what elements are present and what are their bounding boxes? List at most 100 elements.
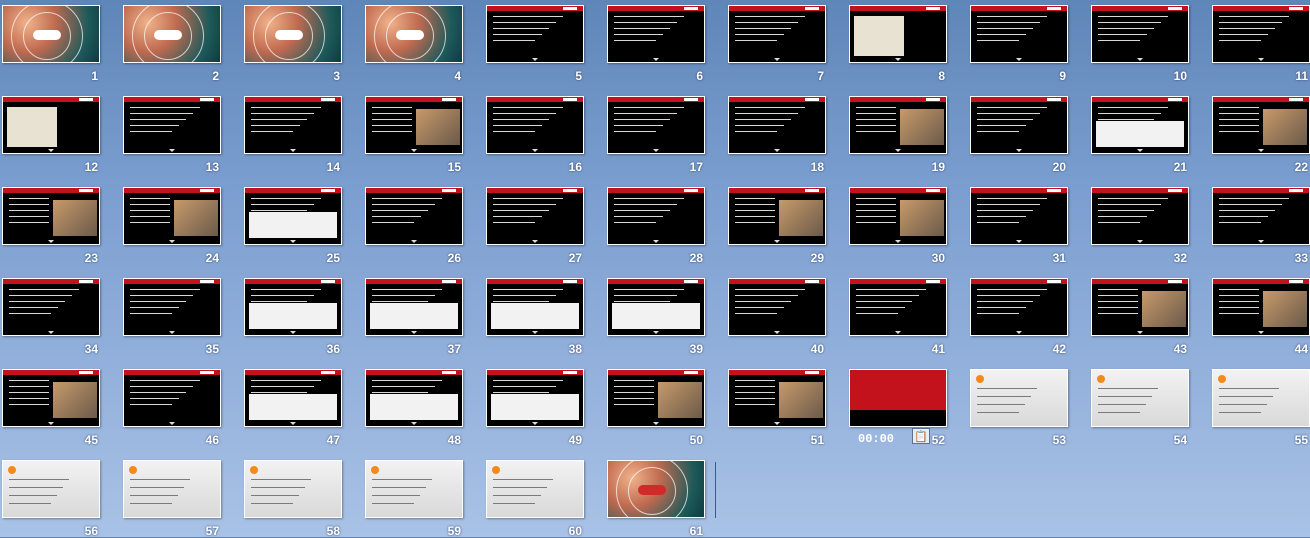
slide-thumbnail[interactable] [244,187,342,245]
slide-thumbnail[interactable] [123,278,221,336]
slide-header-bar [971,6,1067,11]
slide-thumbnail[interactable] [365,5,463,63]
slide-thumbnail[interactable] [1091,5,1189,63]
slide-thumbnail[interactable] [849,96,947,154]
text-line [1219,388,1279,389]
text-line [493,113,556,114]
text-line [614,386,654,387]
nav-arrow-icon [532,240,538,243]
slide-thumbnail[interactable] [970,187,1068,245]
text-line [1098,28,1154,29]
slide-thumbnail[interactable] [2,187,100,245]
slide-thumbnail[interactable] [1091,96,1189,154]
slide-number: 10 [1173,69,1187,83]
slide-thumbnail[interactable] [486,187,584,245]
slide-thumbnail[interactable] [1091,187,1189,245]
slide-thumbnail[interactable] [1212,187,1310,245]
text-line [735,307,784,308]
slide-thumbnail[interactable] [365,278,463,336]
slide-thumbnail[interactable] [486,5,584,63]
text-line [1098,113,1161,114]
header-logo [79,189,93,192]
slide-thumbnail[interactable] [244,278,342,336]
title-badge [154,30,182,40]
slide-thumbnail[interactable] [486,278,584,336]
slide-thumbnail[interactable] [123,5,221,63]
slide-thumbnail[interactable] [1091,369,1189,427]
text-line [1219,107,1259,108]
slide-thumbnail[interactable] [486,369,584,427]
text-line [977,16,1047,17]
slide-thumbnail[interactable] [849,369,947,427]
slide-thumbnail[interactable] [2,460,100,518]
slide-thumbnail[interactable] [123,187,221,245]
slide-thumbnail[interactable] [849,278,947,336]
slide-thumbnail[interactable] [728,187,826,245]
text-line [977,113,1040,114]
slide-thumbnail[interactable] [607,460,705,518]
slide-thumbnail[interactable] [728,278,826,336]
slide-thumbnail[interactable] [1212,278,1310,336]
slide-thumbnail[interactable] [365,369,463,427]
slide-thumbnail[interactable] [2,278,100,336]
text-line [493,204,556,205]
text-line [9,404,49,405]
slide-header-bar [124,188,220,193]
slide-thumbnail[interactable] [607,278,705,336]
slide-thumbnail[interactable] [244,5,342,63]
slide-thumbnail[interactable] [244,369,342,427]
photo-thumbnail [53,382,97,418]
slide-thumbnail[interactable] [123,369,221,427]
slide-thumbnail[interactable] [365,96,463,154]
text-line [614,216,663,217]
slide-thumbnail[interactable] [970,5,1068,63]
slide-thumbnail[interactable] [2,369,100,427]
text-line [614,131,656,132]
slide-thumbnail[interactable] [244,96,342,154]
text-line [1219,16,1289,17]
slide-thumbnail[interactable] [728,5,826,63]
text-line [1219,301,1259,302]
slide-thumbnail[interactable] [244,460,342,518]
slide-number: 30 [931,251,945,265]
slide-thumbnail[interactable] [1212,369,1310,427]
text-line [856,216,896,217]
slide-thumbnail[interactable] [486,460,584,518]
slide-thumbnail[interactable] [123,96,221,154]
slide-thumbnail[interactable] [1212,96,1310,154]
slide-number: 9 [1059,69,1066,83]
slide-thumbnail[interactable] [849,187,947,245]
photo-thumbnail [779,200,823,236]
slide-thumbnail[interactable] [123,460,221,518]
slide-thumbnail[interactable] [849,5,947,63]
slide-thumbnail[interactable] [1212,5,1310,63]
slide-thumbnail[interactable] [970,369,1068,427]
slide-thumbnail[interactable] [728,96,826,154]
slide-thumbnail[interactable] [2,5,100,63]
slide-thumbnail[interactable] [365,460,463,518]
slide-number: 3 [333,69,340,83]
slide-thumbnail[interactable] [2,96,100,154]
text-line [493,392,549,393]
slide-thumbnail[interactable] [970,96,1068,154]
nav-arrow-icon [653,58,659,61]
clipboard-icon[interactable]: 📋 [912,428,930,444]
slide-thumbnail[interactable] [728,369,826,427]
text-line [251,289,321,290]
slide-thumbnail[interactable] [607,369,705,427]
map-thumbnail [7,107,57,147]
text-line [372,113,412,114]
text-line [493,210,549,211]
text-line [1098,107,1168,108]
slide-thumbnail[interactable] [607,187,705,245]
slide-number: 13 [205,160,219,174]
slide-thumbnail[interactable] [607,5,705,63]
slide-header-bar [487,188,583,193]
slide-thumbnail[interactable] [1091,278,1189,336]
slide-thumbnail[interactable] [486,96,584,154]
slide-thumbnail[interactable] [365,187,463,245]
slide-thumbnail[interactable] [607,96,705,154]
slide-number: 20 [1052,160,1066,174]
text-line [251,295,314,296]
slide-thumbnail[interactable] [970,278,1068,336]
